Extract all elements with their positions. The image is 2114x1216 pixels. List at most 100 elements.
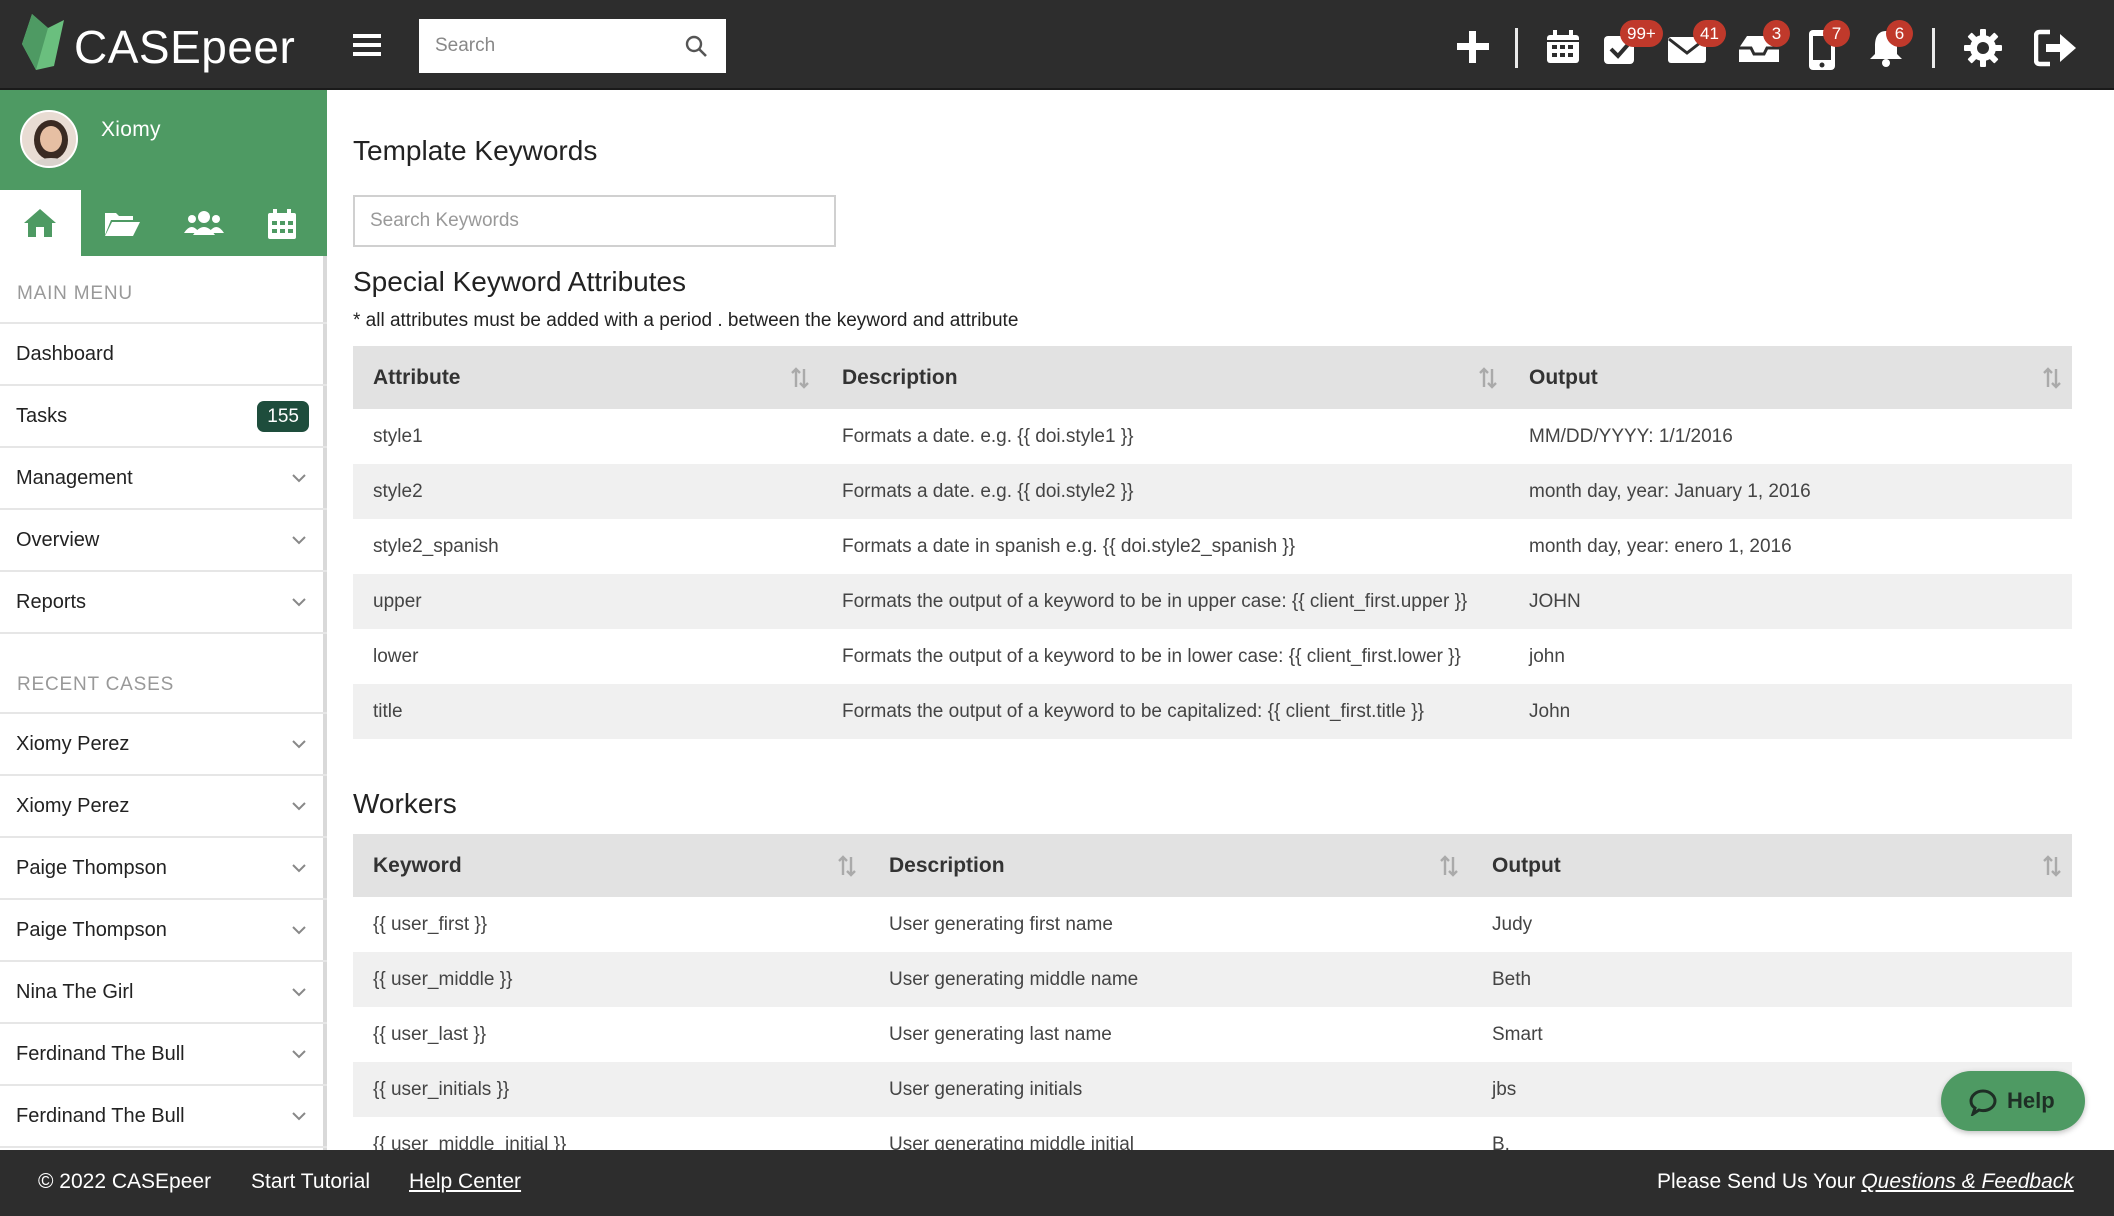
chevron-down-icon bbox=[292, 598, 306, 607]
recent-case-item[interactable]: Ferdinand The Bull bbox=[0, 1024, 327, 1086]
casepeer-logo-icon[interactable] bbox=[22, 14, 64, 70]
chevron-down-icon[interactable] bbox=[291, 862, 307, 874]
attribute-cell: lower bbox=[373, 646, 419, 667]
footer: © 2022 CASEpeer Start Tutorial Help Cent… bbox=[0, 1150, 2114, 1216]
output-cell: John bbox=[1529, 701, 1571, 722]
sidebar-item-tasks[interactable]: Tasks 155 bbox=[0, 386, 327, 448]
table-row: style2 Formats a date. e.g. {{ doi.style… bbox=[353, 464, 2072, 519]
description-cell: User generating first name bbox=[889, 914, 1113, 935]
tasks-check-icon[interactable]: 99+ bbox=[1598, 20, 1663, 72]
toolbar-separator bbox=[1932, 28, 1935, 68]
add-icon[interactable] bbox=[1450, 20, 1496, 72]
copyright-text: © 2022 CASEpeer bbox=[38, 1170, 212, 1193]
avatar[interactable] bbox=[20, 110, 78, 168]
table-row: upper Formats the output of a keyword to… bbox=[353, 574, 2072, 629]
search-icon[interactable] bbox=[684, 34, 708, 58]
toolbar-separator bbox=[1515, 28, 1518, 68]
recent-case-item[interactable]: Xiomy Perez bbox=[0, 776, 327, 838]
attribute-cell: style1 bbox=[373, 426, 423, 447]
help-center-link[interactable]: Help Center bbox=[409, 1170, 521, 1194]
keyword-cell: {{ user_first }} bbox=[373, 914, 488, 935]
sort-icon[interactable] bbox=[2042, 854, 2062, 878]
column-header-output[interactable]: Output bbox=[1492, 834, 1561, 897]
phone-icon[interactable]: 7 bbox=[1803, 20, 1850, 72]
chevron-down-icon[interactable] bbox=[291, 924, 307, 936]
description-cell: Formats the output of a keyword to be in… bbox=[842, 646, 1461, 667]
mail-icon[interactable]: 41 bbox=[1663, 20, 1726, 72]
sort-icon[interactable] bbox=[837, 854, 857, 878]
feedback-link[interactable]: Questions & Feedback bbox=[1861, 1170, 2073, 1193]
column-header-description[interactable]: Description bbox=[889, 834, 1005, 897]
page-title: Template Keywords bbox=[353, 135, 598, 166]
contacts-tab[interactable] bbox=[162, 190, 243, 256]
sort-icon[interactable] bbox=[1478, 366, 1498, 390]
sidebar-item-label: Reports bbox=[16, 591, 87, 613]
settings-gear-icon[interactable] bbox=[1959, 20, 2005, 72]
home-tab[interactable] bbox=[0, 190, 81, 256]
output-cell: john bbox=[1529, 646, 1565, 667]
special-attributes-table: Attribute Description Output style1 Form… bbox=[353, 346, 2072, 739]
chevron-down-icon[interactable] bbox=[291, 986, 307, 998]
keyword-cell: {{ user_last }} bbox=[373, 1024, 487, 1045]
attribute-cell: style2 bbox=[373, 481, 423, 502]
keyword-cell: {{ user_initials }} bbox=[373, 1079, 510, 1100]
logout-icon[interactable] bbox=[2030, 20, 2076, 72]
output-cell: jbs bbox=[1492, 1079, 1517, 1100]
calendar-icon[interactable] bbox=[1540, 20, 1586, 72]
chevron-down-icon[interactable] bbox=[291, 800, 307, 812]
recent-case-item[interactable]: Paige Thompson bbox=[0, 900, 327, 962]
table-row: {{ user_middle }} User generating middle… bbox=[353, 952, 2072, 1007]
chevron-down-icon bbox=[292, 474, 306, 483]
main-content: Template Keywords Special Keyword Attrib… bbox=[331, 92, 2111, 1150]
recent-case-item[interactable]: Paige Thompson bbox=[0, 838, 327, 900]
keyword-search-input[interactable] bbox=[355, 197, 834, 245]
table-row: {{ user_initials }} User generating init… bbox=[353, 1062, 2072, 1117]
bell-icon[interactable]: 6 bbox=[1862, 20, 1913, 72]
chevron-down-icon bbox=[292, 536, 306, 545]
sidebar-item-management[interactable]: Management bbox=[0, 448, 327, 510]
brand-name[interactable]: CASEpeer bbox=[74, 20, 295, 74]
hamburger-menu-icon[interactable] bbox=[350, 28, 384, 62]
sidebar-item-dashboard[interactable]: Dashboard bbox=[0, 324, 327, 386]
tasks-count-badge: 99+ bbox=[1620, 20, 1663, 47]
quick-tabs bbox=[0, 190, 327, 256]
table-row: title Formats the output of a keyword to… bbox=[353, 684, 2072, 739]
sort-icon[interactable] bbox=[790, 366, 810, 390]
global-search-input[interactable] bbox=[419, 19, 726, 73]
user-name[interactable]: Xiomy bbox=[101, 118, 161, 142]
chevron-down-icon[interactable] bbox=[291, 1110, 307, 1122]
table-row: style2_spanish Formats a date in spanish… bbox=[353, 519, 2072, 574]
tasks-count-badge: 155 bbox=[257, 401, 309, 432]
recent-cases-heading: RECENT CASES bbox=[17, 674, 175, 695]
recent-case-label: Nina The Girl bbox=[16, 981, 134, 1003]
recent-case-label: Paige Thompson bbox=[16, 857, 167, 879]
chevron-down-icon[interactable] bbox=[291, 738, 307, 750]
start-tutorial-link[interactable]: Start Tutorial bbox=[251, 1170, 370, 1194]
recent-case-item[interactable]: Nina The Girl bbox=[0, 962, 327, 1024]
folder-open-icon bbox=[105, 213, 140, 236]
column-header-attribute[interactable]: Attribute bbox=[373, 346, 461, 409]
inbox-icon[interactable]: 3 bbox=[1733, 20, 1790, 72]
output-cell: B. bbox=[1492, 1134, 1510, 1150]
description-cell: User generating middle initial bbox=[889, 1134, 1135, 1150]
recent-case-label: Ferdinand The Bull bbox=[16, 1043, 185, 1065]
recent-case-label: Xiomy Perez bbox=[16, 733, 130, 755]
attribute-cell: title bbox=[373, 701, 403, 722]
help-button[interactable]: Help bbox=[1941, 1071, 2085, 1131]
chevron-down-icon[interactable] bbox=[291, 1048, 307, 1060]
sort-icon[interactable] bbox=[2042, 366, 2062, 390]
recent-case-item[interactable]: Xiomy Perez bbox=[0, 714, 327, 776]
column-header-description[interactable]: Description bbox=[842, 346, 958, 409]
calendar-tab[interactable] bbox=[243, 190, 324, 256]
column-header-keyword[interactable]: Keyword bbox=[373, 834, 462, 897]
sort-icon[interactable] bbox=[1439, 854, 1459, 878]
column-header-output[interactable]: Output bbox=[1529, 346, 1598, 409]
users-icon bbox=[184, 211, 224, 235]
sidebar-item-reports[interactable]: Reports bbox=[0, 572, 327, 634]
cases-tab[interactable] bbox=[81, 190, 162, 256]
recent-case-item[interactable]: Ferdinand The Bull bbox=[0, 1086, 327, 1148]
sidebar-item-overview[interactable]: Overview bbox=[0, 510, 327, 572]
notification-count-badge: 6 bbox=[1886, 20, 1913, 47]
description-cell: Formats a date. e.g. {{ doi.style2 }} bbox=[842, 481, 1134, 502]
output-cell: Smart bbox=[1492, 1024, 1543, 1045]
